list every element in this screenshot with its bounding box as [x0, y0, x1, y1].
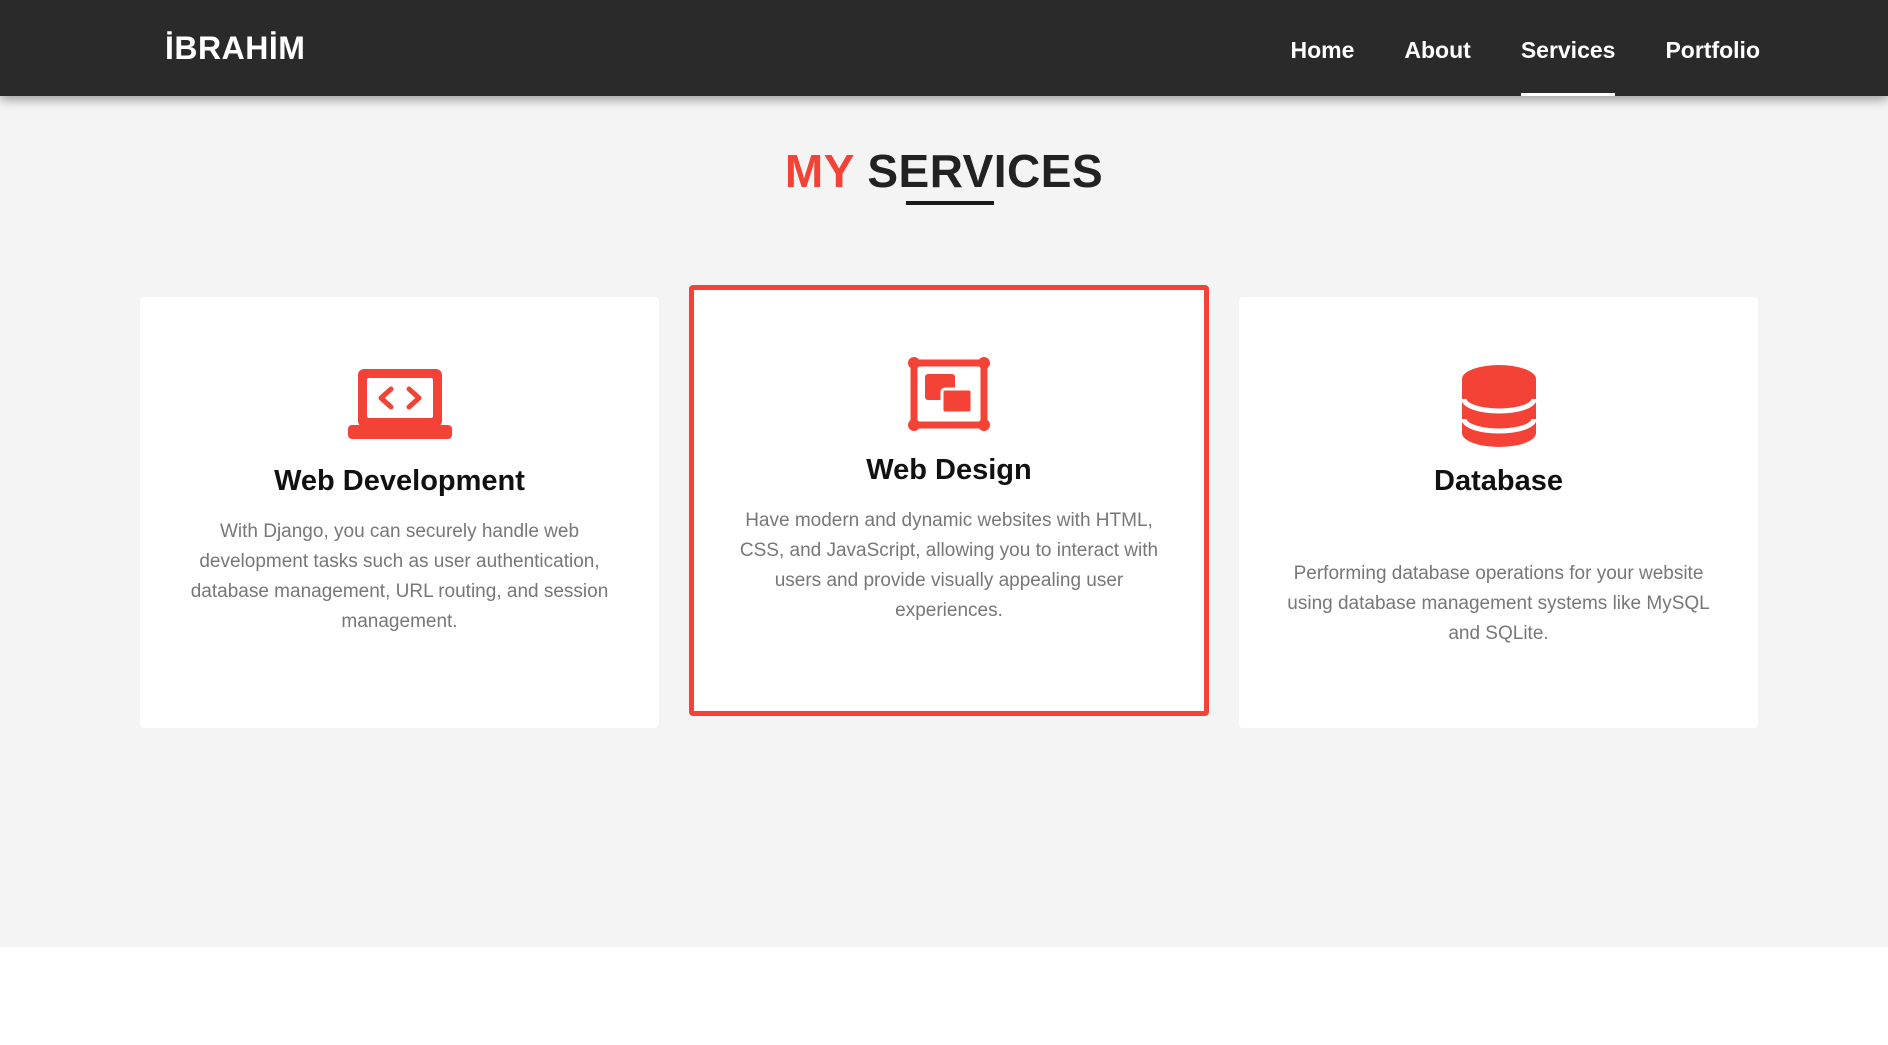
section-title-main: SERVICES [867, 145, 1104, 197]
nav-link-portfolio[interactable]: Portfolio [1665, 0, 1760, 96]
section-title-accent: MY [784, 145, 855, 197]
database-icon [1461, 365, 1536, 454]
service-card-web-design[interactable]: Web Design Have modern and dynamic websi… [689, 285, 1209, 716]
navbar: İBRAHİM Home About Services Portfolio [0, 0, 1888, 96]
brand-logo[interactable]: İBRAHİM [165, 30, 305, 67]
card-title: Web Development [274, 465, 525, 497]
card-title: Web Design [866, 454, 1032, 486]
title-underline [906, 201, 994, 205]
nav-link-home[interactable]: Home [1290, 0, 1354, 96]
page-footer-area [0, 947, 1888, 1045]
card-title: Database [1434, 465, 1563, 497]
card-description: With Django, you can securely handle web… [190, 521, 609, 632]
service-card-web-development[interactable]: Web Development With Django, you can sec… [140, 297, 659, 728]
nav-link-about[interactable]: About [1404, 0, 1470, 96]
card-description: Performing database operations for your … [1287, 563, 1710, 644]
card-description: Have modern and dynamic websites with HT… [739, 510, 1159, 621]
object-group-icon [908, 357, 990, 436]
services-section: MY SERVICES Web Development With Django,… [0, 96, 1888, 947]
nav-links: Home About Services Portfolio [1240, 0, 1760, 96]
service-card-database[interactable]: Database Performing database operations … [1239, 297, 1758, 728]
section-title: MY SERVICES [0, 144, 1888, 198]
laptop-code-icon [347, 367, 452, 446]
nav-link-services[interactable]: Services [1520, 0, 1615, 96]
